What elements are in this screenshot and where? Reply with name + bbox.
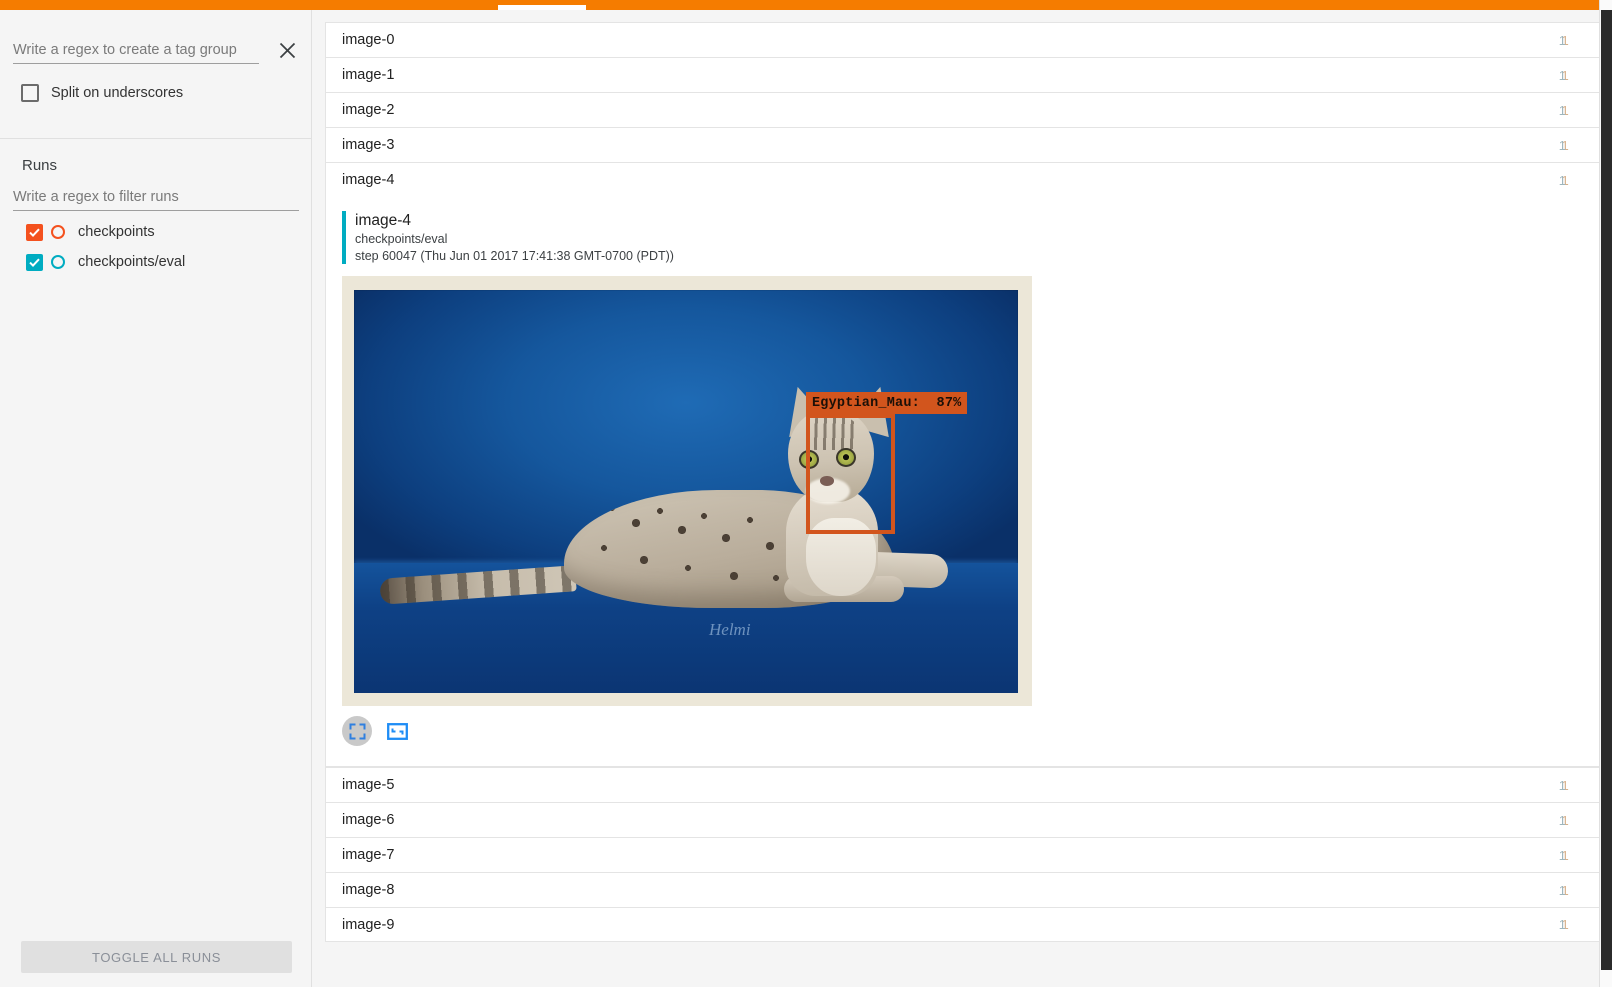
detection-bounding-box bbox=[806, 414, 895, 534]
actual-size-icon bbox=[387, 723, 408, 740]
image-actions bbox=[342, 716, 1601, 746]
tag-count-checkpoints-eval: 1 bbox=[1559, 103, 1566, 118]
fit-to-page-button[interactable] bbox=[342, 716, 372, 746]
tag-row-image-0[interactable]: image-0 11 bbox=[325, 22, 1602, 57]
image-card-step: step 60047 (Thu Jun 01 2017 17:41:38 GMT… bbox=[355, 248, 674, 265]
tag-count: 11 bbox=[1560, 138, 1574, 153]
tag-count: 11 bbox=[1560, 883, 1574, 898]
app-toolbar bbox=[0, 0, 1612, 10]
run-label: checkpoints/eval bbox=[78, 254, 185, 270]
page-scrollbar[interactable] bbox=[1599, 0, 1612, 987]
tag-count: 11 bbox=[1560, 173, 1574, 188]
actual-size-button[interactable] bbox=[386, 720, 408, 742]
toggle-all-runs-button[interactable]: TOGGLE ALL RUNS bbox=[21, 941, 292, 973]
run-color-dot-icon bbox=[51, 255, 65, 269]
tag-row-image-3[interactable]: image-3 11 bbox=[325, 127, 1602, 162]
tag-row-image-9[interactable]: image-9 11 bbox=[325, 907, 1602, 942]
tag-count-checkpoints-eval: 1 bbox=[1559, 173, 1566, 188]
sidebar: Split on underscores Runs checkpoints bbox=[0, 10, 312, 987]
tag-count-checkpoints-eval: 1 bbox=[1559, 883, 1566, 898]
tag-name: image-0 bbox=[342, 32, 394, 48]
tag-count: 11 bbox=[1560, 33, 1574, 48]
photo-watermark: Helmi bbox=[709, 620, 751, 640]
expanded-image-card: image-4 checkpoints/eval step 60047 (Thu… bbox=[325, 197, 1602, 767]
run-item-checkpoints[interactable]: checkpoints bbox=[0, 221, 311, 243]
run-accent-bar bbox=[342, 211, 346, 264]
runs-heading: Runs bbox=[22, 157, 57, 174]
tag-count: 11 bbox=[1560, 917, 1574, 932]
tag-count-checkpoints-eval: 1 bbox=[1559, 848, 1566, 863]
checkbox-box-icon bbox=[21, 84, 39, 102]
tag-row-image-8[interactable]: image-8 11 bbox=[325, 872, 1602, 907]
run-label: checkpoints bbox=[78, 224, 155, 240]
tag-name: image-2 bbox=[342, 102, 394, 118]
tag-card-list: image-0 11 image-1 11 image-2 11 image-3… bbox=[325, 22, 1602, 942]
sidebar-divider bbox=[0, 138, 311, 139]
tag-name: image-1 bbox=[342, 67, 394, 83]
tag-row-image-7[interactable]: image-7 11 bbox=[325, 837, 1602, 872]
tag-count-checkpoints-eval: 1 bbox=[1559, 33, 1566, 48]
run-checkbox-icon[interactable] bbox=[26, 254, 43, 271]
tag-row-image-6[interactable]: image-6 11 bbox=[325, 802, 1602, 837]
tag-group-regex-input[interactable] bbox=[13, 42, 259, 64]
tag-name: image-4 bbox=[342, 172, 394, 188]
tag-name: image-8 bbox=[342, 882, 394, 898]
tag-count-checkpoints-eval: 1 bbox=[1559, 68, 1566, 83]
image-card-run: checkpoints/eval bbox=[355, 231, 674, 248]
runs-filter-input[interactable] bbox=[13, 189, 299, 211]
tag-count-checkpoints-eval: 1 bbox=[1559, 138, 1566, 153]
tag-count: 11 bbox=[1560, 813, 1574, 828]
detection-label: Egyptian_Mau: 87% bbox=[806, 392, 967, 414]
run-checkbox-icon[interactable] bbox=[26, 224, 43, 241]
main-content: image-0 11 image-1 11 image-2 11 image-3… bbox=[312, 10, 1612, 987]
tag-row-image-5[interactable]: image-5 11 bbox=[325, 767, 1602, 802]
tag-row-image-2[interactable]: image-2 11 bbox=[325, 92, 1602, 127]
fit-screen-icon bbox=[349, 723, 366, 740]
tag-name: image-6 bbox=[342, 812, 394, 828]
tag-row-image-1[interactable]: image-1 11 bbox=[325, 57, 1602, 92]
run-color-dot-icon bbox=[51, 225, 65, 239]
run-item-checkpoints-eval[interactable]: checkpoints/eval bbox=[0, 251, 311, 273]
scrollbar-thumb[interactable] bbox=[1601, 10, 1612, 970]
run-list: checkpoints checkpoints/eval bbox=[0, 221, 311, 281]
image-card-title: image-4 bbox=[355, 211, 674, 231]
tag-count: 11 bbox=[1560, 778, 1574, 793]
tag-count-checkpoints-eval: 1 bbox=[1559, 778, 1566, 793]
tag-count-checkpoints-eval: 1 bbox=[1559, 813, 1566, 828]
image-card-header: image-4 checkpoints/eval step 60047 (Thu… bbox=[342, 211, 1601, 264]
split-on-underscores-checkbox[interactable]: Split on underscores bbox=[21, 84, 183, 102]
tag-count-checkpoints-eval: 1 bbox=[1559, 917, 1566, 932]
tag-name: image-3 bbox=[342, 137, 394, 153]
tag-row-image-4[interactable]: image-4 11 bbox=[325, 162, 1602, 197]
runs-filter-row bbox=[13, 188, 299, 211]
tag-count: 11 bbox=[1560, 103, 1574, 118]
tag-count: 11 bbox=[1560, 848, 1574, 863]
tag-name: image-5 bbox=[342, 777, 394, 793]
tag-name: image-9 bbox=[342, 917, 394, 933]
tag-name: image-7 bbox=[342, 847, 394, 863]
close-icon[interactable] bbox=[275, 38, 299, 62]
split-on-underscores-label: Split on underscores bbox=[51, 85, 183, 101]
summary-image[interactable]: Egyptian_Mau: 87% Helmi bbox=[342, 276, 1032, 706]
tag-group-filter-row bbox=[13, 34, 299, 64]
tag-count: 11 bbox=[1560, 68, 1574, 83]
photo-canvas: Egyptian_Mau: 87% Helmi bbox=[354, 290, 1018, 693]
